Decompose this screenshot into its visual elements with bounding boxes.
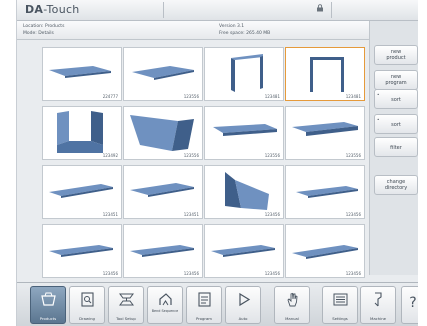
drawing-button[interactable]: Drawing bbox=[69, 286, 105, 324]
program-button[interactable]: Program bbox=[186, 286, 222, 324]
frame-part-icon bbox=[231, 54, 263, 92]
product-grid: 224777 123556 123481 123481 123492 12355… bbox=[42, 47, 367, 279]
bracket-part-icon bbox=[225, 172, 269, 210]
product-tile[interactable]: 123556 bbox=[204, 106, 284, 160]
flat-bar-part-icon bbox=[211, 245, 275, 257]
change-directory-button[interactable]: change directory bbox=[374, 175, 418, 195]
right-action-panel: new product new program • sort • sort filter… bbox=[369, 21, 418, 275]
bent-sheet-part-icon bbox=[130, 115, 194, 151]
mode-text: Mode: Details bbox=[23, 31, 54, 36]
sort-option-button[interactable]: • sort bbox=[374, 114, 418, 134]
product-code: 123556 bbox=[183, 94, 199, 99]
sort-button[interactable]: • sort bbox=[374, 89, 418, 109]
tool-setup-button[interactable]: Tool Setup bbox=[108, 286, 144, 324]
product-tile[interactable]: 123456 bbox=[204, 165, 284, 219]
bend-sequence-label: Bend Sequence bbox=[151, 309, 179, 313]
machine-label: Machine bbox=[370, 316, 386, 321]
product-code: 123556 bbox=[264, 153, 280, 158]
product-tile[interactable]: 123481 bbox=[204, 47, 284, 101]
product-code: 123456 bbox=[102, 271, 118, 276]
hand-icon bbox=[287, 292, 298, 307]
bend-sequence-icon bbox=[159, 293, 172, 306]
tool-setup-label: Tool Setup bbox=[116, 316, 136, 321]
location-text: Location: Products bbox=[23, 24, 65, 29]
lock-icon bbox=[317, 4, 323, 12]
product-tile[interactable]: 123556 bbox=[123, 47, 203, 101]
product-tile[interactable]: 123492 bbox=[42, 106, 122, 160]
open-box-part-icon bbox=[310, 57, 344, 92]
product-tile[interactable]: 123451 bbox=[42, 165, 122, 219]
product-code: 123451 bbox=[183, 212, 199, 217]
product-tile[interactable]: 123451 bbox=[123, 165, 203, 219]
settings-button[interactable]: Settings bbox=[322, 286, 358, 324]
flat-bar-part-icon bbox=[49, 66, 111, 78]
title-divider bbox=[163, 2, 164, 18]
da-touch-screen: DA-Touch Location: Products Mode: Detail… bbox=[16, 0, 418, 326]
channel-bar-part-icon bbox=[292, 122, 358, 136]
product-code: 123451 bbox=[102, 212, 118, 217]
flat-bar-part-icon bbox=[49, 184, 113, 198]
product-tile[interactable]: 123556 bbox=[123, 106, 203, 160]
version-text: Version 3.1 bbox=[219, 24, 245, 29]
product-code: 123492 bbox=[102, 153, 118, 158]
auto-label: Auto bbox=[238, 316, 248, 321]
sort-option-marker-icon: • bbox=[377, 117, 380, 122]
new-program-button[interactable]: new program bbox=[374, 70, 418, 90]
product-code: 123456 bbox=[345, 212, 361, 217]
bottom-toolbar: Products Drawing Tool Setup Bend Sequenc… bbox=[17, 282, 418, 326]
product-code: 123556 bbox=[183, 153, 199, 158]
flat-bar-part-icon bbox=[130, 183, 194, 197]
product-code: 123456 bbox=[183, 271, 199, 276]
product-tile[interactable]: 123456 bbox=[42, 224, 122, 278]
u-channel-part-icon bbox=[57, 111, 103, 153]
new-product-button[interactable]: new product bbox=[374, 45, 418, 65]
product-tile[interactable]: 224777 bbox=[42, 47, 122, 101]
play-icon bbox=[239, 292, 251, 307]
flat-bar-part-icon bbox=[132, 66, 194, 80]
app-logo: DA-Touch bbox=[25, 3, 80, 16]
product-tile[interactable]: 123456 bbox=[285, 165, 365, 219]
filter-button[interactable]: filter bbox=[374, 137, 418, 157]
manual-label: Manual bbox=[285, 316, 299, 321]
products-icon bbox=[41, 292, 56, 306]
settings-icon bbox=[333, 293, 348, 306]
info-bar: Location: Products Mode: Details Version… bbox=[17, 21, 369, 40]
product-tile[interactable]: 123456 bbox=[285, 224, 365, 278]
free-space-text: Free space: 265.40 MB bbox=[219, 31, 271, 36]
auto-button[interactable]: Auto bbox=[225, 286, 261, 324]
manual-button[interactable]: Manual bbox=[274, 286, 310, 324]
product-tile-selected[interactable]: 123481 bbox=[285, 47, 365, 101]
flat-bar-part-icon bbox=[49, 245, 113, 257]
program-label: Program bbox=[195, 316, 213, 321]
product-tile[interactable]: 123456 bbox=[123, 224, 203, 278]
title-divider bbox=[331, 2, 332, 18]
product-tile[interactable]: 123556 bbox=[285, 106, 365, 160]
product-code: 123456 bbox=[264, 271, 280, 276]
flat-bar-part-icon bbox=[292, 245, 358, 259]
help-icon: ? bbox=[409, 295, 417, 311]
product-code: 123481 bbox=[264, 94, 280, 99]
drawing-icon bbox=[81, 292, 94, 307]
product-code: 123456 bbox=[345, 271, 361, 276]
product-code: 123556 bbox=[345, 153, 361, 158]
flat-bar-part-icon bbox=[296, 186, 358, 198]
drawing-label: Drawing bbox=[79, 316, 95, 321]
settings-label: Settings bbox=[332, 316, 348, 321]
products-button[interactable]: Products bbox=[30, 286, 66, 324]
title-bar: DA-Touch bbox=[17, 0, 418, 21]
product-code: 123456 bbox=[264, 212, 280, 217]
machine-icon bbox=[374, 292, 382, 307]
product-code: 224777 bbox=[102, 94, 118, 99]
tool-setup-icon bbox=[119, 293, 134, 306]
flat-bar-part-icon bbox=[213, 124, 277, 136]
sort-marker-icon: • bbox=[377, 92, 380, 97]
products-label: Products bbox=[39, 316, 57, 321]
bend-sequence-button[interactable]: Bend Sequence bbox=[147, 286, 183, 324]
program-icon bbox=[198, 292, 211, 307]
product-tile[interactable]: 123456 bbox=[204, 224, 284, 278]
product-code: 123481 bbox=[345, 94, 361, 99]
machine-button[interactable]: Machine bbox=[360, 286, 396, 324]
help-button[interactable]: ? bbox=[401, 286, 418, 324]
flat-bar-part-icon bbox=[130, 245, 194, 257]
